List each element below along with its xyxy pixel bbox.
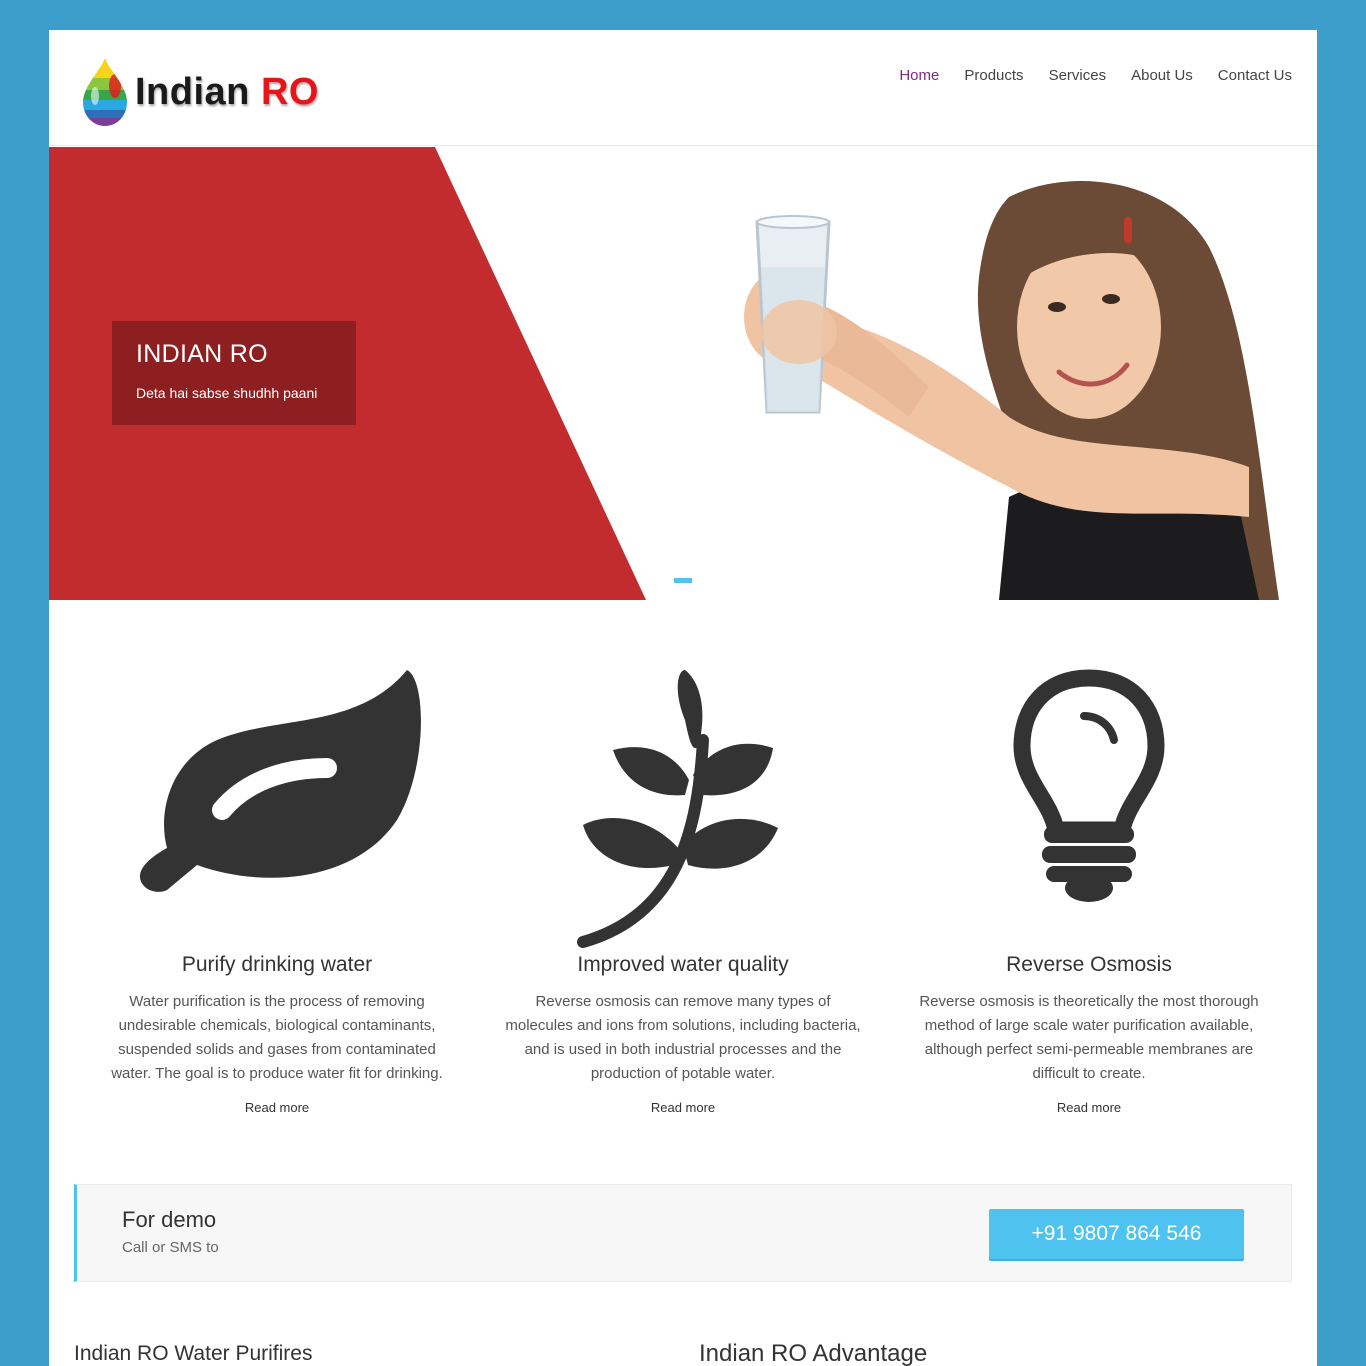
hero-title: INDIAN RO	[136, 340, 268, 368]
demo-cta-bar: For demo Call or SMS to +91 9807 864 546	[74, 1184, 1292, 1282]
feature-text: Reverse osmosis is theoretically the mos…	[919, 993, 1259, 1082]
hero-caption-box: INDIAN RO Deta hai sabse shudhh paani	[112, 321, 356, 425]
logo-word-indian: Indian	[135, 70, 250, 113]
feature-title: Reverse Osmosis	[1006, 953, 1172, 976]
nav-about-us[interactable]: About Us	[1131, 66, 1193, 86]
logo-word-ro: RO	[260, 70, 319, 113]
feature-text: Water purification is the process of rem…	[111, 993, 443, 1082]
nav-contact-us[interactable]: Contact Us	[1218, 66, 1292, 86]
feature-reverse-osmosis: Reverse Osmosis Reverse osmosis is theor…	[909, 660, 1269, 1117]
page-container: Indian RO Home Products Services About U…	[49, 30, 1317, 1366]
light-bulb-icon	[1013, 669, 1165, 902]
site-logo[interactable]: Indian RO	[79, 54, 319, 130]
hero-slider: INDIAN RO Deta hai sabse shudhh paani	[49, 147, 1317, 600]
read-more-link[interactable]: Read more	[651, 1100, 715, 1115]
nav-home[interactable]: Home	[899, 66, 939, 86]
girl-with-glass-image	[744, 181, 1279, 600]
feature-title: Purify drinking water	[181, 953, 373, 976]
nav-services[interactable]: Services	[1049, 66, 1107, 86]
main-nav: Home Products Services About Us Contact …	[899, 66, 1292, 86]
phone-call-button[interactable]: +91 9807 864 546	[989, 1209, 1244, 1259]
feature-quality: Improved water quality Reverse osmosis c…	[503, 660, 863, 1117]
plant-sprig-icon	[577, 670, 778, 948]
slider-pager-dot[interactable]	[674, 578, 692, 583]
nav-products[interactable]: Products	[964, 66, 1023, 86]
hero-subtitle: Deta hai sabse shudhh paani	[136, 385, 318, 401]
read-more-link[interactable]: Read more	[1057, 1100, 1121, 1115]
site-header: Indian RO Home Products Services About U…	[49, 30, 1317, 146]
section-heading-advantage: Indian RO Advantage	[699, 1340, 928, 1366]
feature-purify: Purify drinking water Water purification…	[97, 660, 457, 1117]
feature-text: Reverse osmosis can remove many types of…	[505, 993, 861, 1082]
read-more-link[interactable]: Read more	[245, 1100, 309, 1115]
section-heading-water-purifiers: Indian RO Water Purifires	[74, 1342, 313, 1365]
demo-title: For demo	[122, 1207, 217, 1232]
water-drop-logo-icon	[83, 58, 127, 126]
demo-subtitle: Call or SMS to	[122, 1239, 219, 1256]
feature-title: Improved water quality	[577, 953, 789, 976]
leaf-icon	[139, 670, 421, 892]
